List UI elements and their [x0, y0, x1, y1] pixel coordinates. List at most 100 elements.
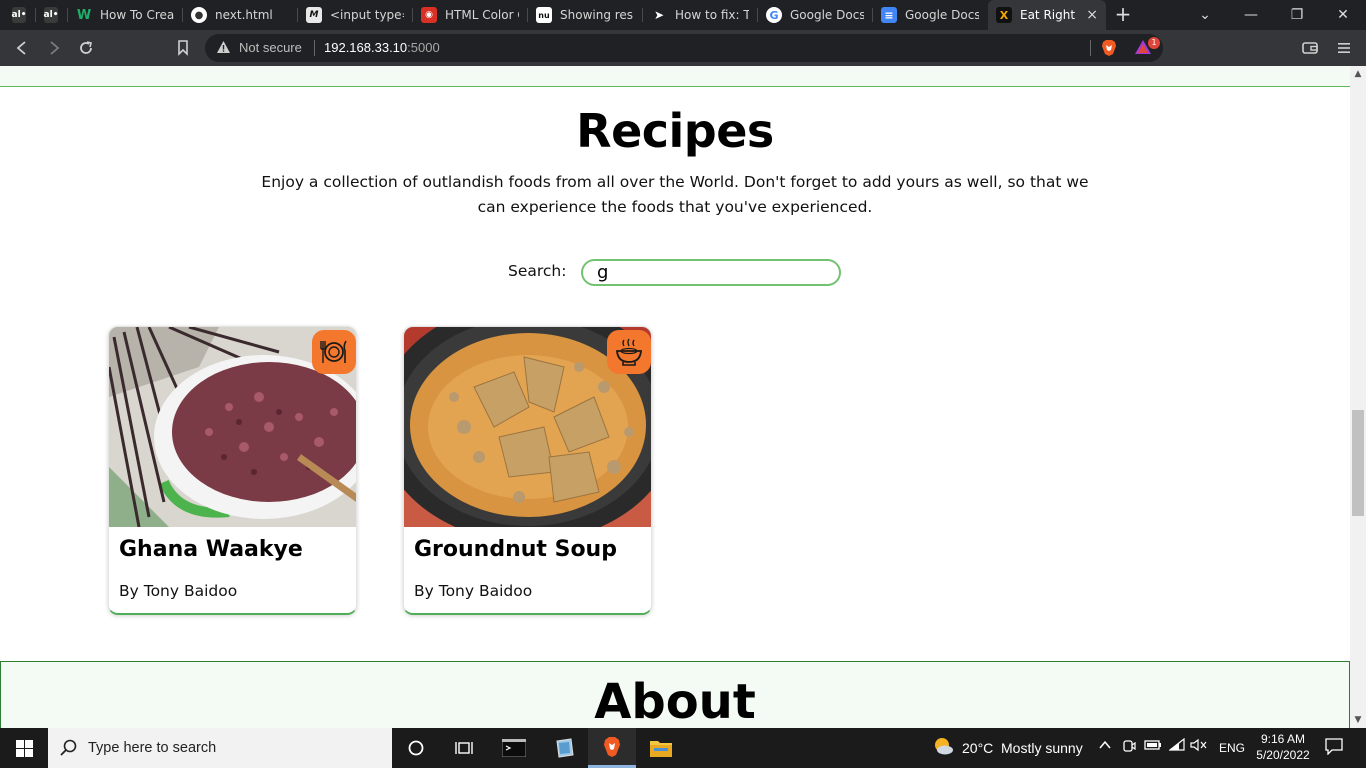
- wifi-icon[interactable]: [1168, 737, 1186, 758]
- taskbar-search-box[interactable]: Type here to search: [48, 728, 392, 768]
- minimize-button[interactable]: —: [1228, 0, 1274, 30]
- forward-arrow-icon: [50, 41, 60, 55]
- forward-button[interactable]: [41, 36, 67, 60]
- input-language[interactable]: ENG: [1219, 741, 1245, 755]
- tab-title: <input type=": [330, 8, 404, 22]
- recipe-title[interactable]: Groundnut Soup: [414, 537, 617, 562]
- tab-html-color-codes[interactable]: ◉ HTML Color Co: [413, 0, 527, 30]
- menu-button[interactable]: [1331, 36, 1357, 60]
- tab-title: Eat Right: [1020, 8, 1076, 22]
- recipes-heading: Recipes: [576, 104, 774, 158]
- security-label[interactable]: Not secure: [239, 40, 302, 55]
- weather-sun-icon[interactable]: [932, 736, 954, 756]
- recipe-title[interactable]: Ghana Waakye: [119, 537, 303, 562]
- about-heading: About: [594, 674, 756, 728]
- back-button[interactable]: [9, 36, 35, 60]
- tab-1[interactable]: al•: [4, 0, 34, 30]
- m-icon: M: [306, 7, 322, 23]
- bookmark-icon: [178, 40, 188, 56]
- close-tab-icon[interactable]: ×: [1078, 7, 1098, 23]
- windows-logo-icon: [15, 739, 33, 757]
- restore-button[interactable]: ❐: [1274, 0, 1320, 30]
- waakye-photo: [109, 327, 356, 527]
- tab-favicon-icon: al•: [12, 7, 26, 23]
- page-scrollbar[interactable]: [1350, 66, 1366, 728]
- plate-cutlery-icon: [312, 330, 356, 374]
- recipe-card-groundnut-soup[interactable]: Groundnut Soup By Tony Baidoo: [403, 326, 652, 615]
- tab-search-dropdown-icon[interactable]: ⌄: [1182, 0, 1228, 30]
- soup-bowl-icon: [607, 330, 651, 374]
- hamburger-menu-icon: [1338, 43, 1350, 53]
- recipes-intro: Enjoy a collection of outlandish foods f…: [261, 173, 1089, 216]
- search-icon: [60, 739, 78, 757]
- tab-title: HTML Color Co: [445, 8, 519, 22]
- weather-temperature[interactable]: 20°C: [962, 740, 993, 756]
- wallet-button[interactable]: [1297, 36, 1323, 60]
- task-view-icon: [455, 742, 473, 754]
- recipe-author: By Tony Baidoo: [119, 582, 238, 600]
- recipe-card-ghana-waakye[interactable]: Ghana Waakye By Tony Baidoo: [108, 326, 357, 615]
- clock-date: 5/20/2022: [1256, 748, 1310, 762]
- battery-icon[interactable]: [1144, 738, 1162, 758]
- not-secure-warning-icon: [215, 40, 231, 56]
- tab-google-docs[interactable]: ≡ Google Docs: [873, 0, 987, 30]
- tab-showing-results[interactable]: nu Showing result: [528, 0, 642, 30]
- brave-browser-icon: [604, 736, 620, 757]
- rocket-icon: ➤: [653, 8, 665, 22]
- google-docs-icon: ≡: [881, 7, 897, 23]
- taskbar-brave[interactable]: [588, 728, 636, 768]
- reload-button[interactable]: [73, 36, 99, 60]
- system-clock[interactable]: 9:16 AM 5/20/2022: [1248, 731, 1318, 763]
- scroll-up-arrow-icon[interactable]: ▲: [1350, 66, 1366, 82]
- terminal-icon: [502, 739, 526, 757]
- eat-right-favicon-icon: X: [996, 7, 1012, 23]
- page-viewport: Recipes Enjoy a collection of outlandish…: [0, 66, 1350, 728]
- tab-title: How to fix: The: [675, 8, 749, 22]
- volume-muted-icon[interactable]: [1190, 738, 1208, 758]
- cortana-button[interactable]: [392, 728, 440, 768]
- previous-section-band: [0, 66, 1350, 87]
- w-icon: W: [76, 7, 92, 23]
- action-center-notification-icon[interactable]: [1324, 737, 1344, 757]
- scroll-down-arrow-icon[interactable]: ▼: [1350, 712, 1366, 728]
- scrollbar-thumb[interactable]: [1352, 410, 1364, 516]
- task-view-button[interactable]: [440, 728, 488, 768]
- folder-icon: [650, 741, 672, 757]
- tab-title: Showing result: [560, 8, 634, 22]
- show-hidden-icons-chevron-icon[interactable]: [1096, 738, 1114, 758]
- color-picker-icon: ◉: [421, 7, 437, 23]
- virtualbox-icon: [556, 738, 574, 758]
- start-button[interactable]: [0, 728, 48, 768]
- google-icon: G: [766, 7, 782, 23]
- browser-tab-strip: al• al• W How To Create ● next.html M <i…: [0, 0, 1366, 30]
- taskbar-terminal[interactable]: [490, 728, 538, 768]
- nu-icon: nu: [536, 7, 552, 23]
- recipe-author: By Tony Baidoo: [414, 582, 533, 600]
- brave-shields-icon[interactable]: [1100, 39, 1118, 57]
- tab-next-html[interactable]: ● next.html: [183, 0, 297, 30]
- new-tab-button[interactable]: +: [1112, 3, 1134, 27]
- tab-title: Google Docs: [905, 8, 979, 22]
- tab-title: Google Docs: C: [790, 8, 864, 22]
- weather-description[interactable]: Mostly sunny: [1001, 740, 1083, 756]
- meet-now-icon[interactable]: [1120, 738, 1138, 758]
- tab-how-to-fix[interactable]: ➤ How to fix: The: [643, 0, 757, 30]
- tab-how-to-create[interactable]: W How To Create: [68, 0, 182, 30]
- reload-icon: [80, 41, 92, 54]
- tab-eat-right[interactable]: X Eat Right ×: [988, 0, 1106, 30]
- tab-input-type[interactable]: M <input type=": [298, 0, 412, 30]
- taskbar-file-explorer[interactable]: [637, 728, 685, 768]
- close-window-button[interactable]: ✕: [1320, 0, 1366, 30]
- cortana-circle-icon: [408, 740, 424, 756]
- tab-title: How To Create: [100, 8, 174, 22]
- taskbar-virtualbox[interactable]: [540, 728, 588, 768]
- tab-2[interactable]: al•: [36, 0, 66, 30]
- bookmark-button[interactable]: [170, 36, 196, 60]
- clock-time: 9:16 AM: [1260, 732, 1306, 746]
- globe-icon: ●: [191, 7, 207, 23]
- recipe-search-input[interactable]: [581, 259, 841, 286]
- tab-title: next.html: [215, 8, 273, 22]
- tab-google-docs-c[interactable]: G Google Docs: C: [758, 0, 872, 30]
- url-text[interactable]: 192.168.33.10:5000: [324, 40, 440, 55]
- tab-favicon-icon: al•: [44, 7, 58, 23]
